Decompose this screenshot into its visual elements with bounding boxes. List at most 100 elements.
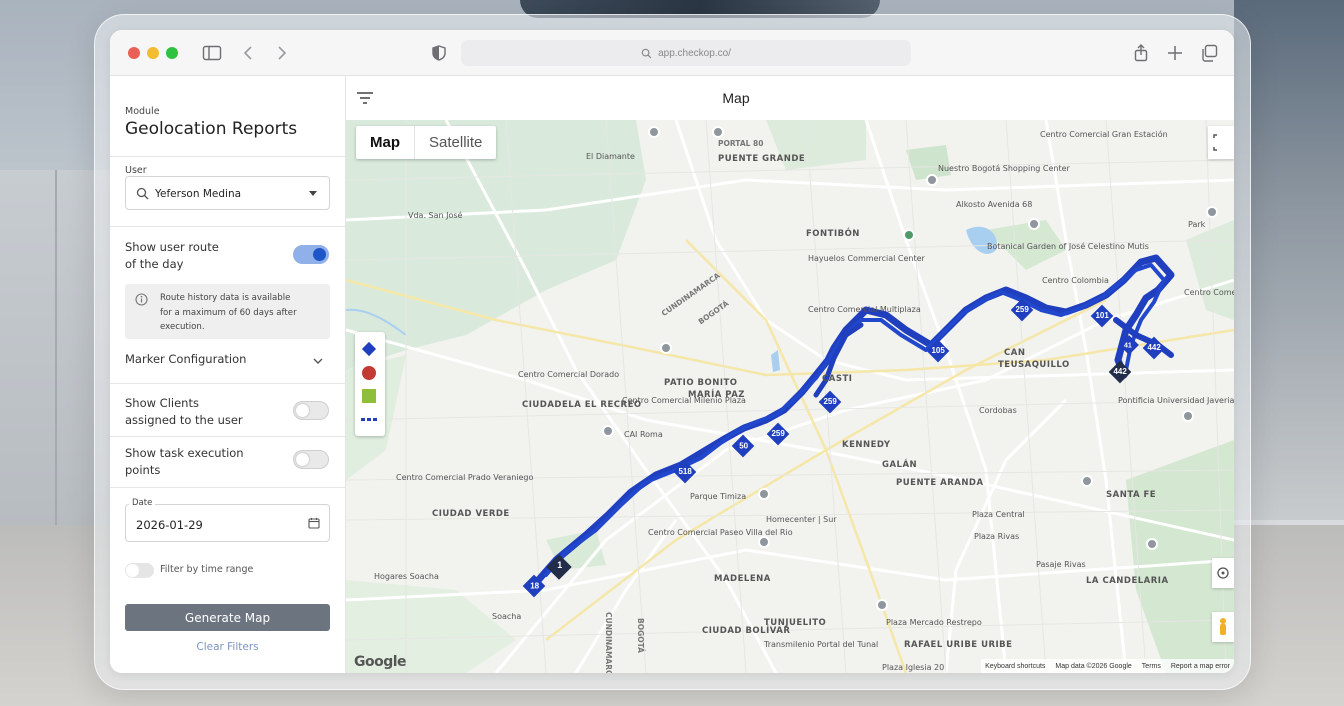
map-neighborhood-label: KENNEDY [842,440,891,450]
rotate-map-button[interactable] [1212,558,1234,588]
back-arrow-icon[interactable] [238,42,260,64]
address-bar[interactable]: app.checkop.co/ [461,40,911,66]
show-route-toggle[interactable] [293,245,329,264]
map-place-label: Plaza Iglesia 20 [882,663,945,672]
show-route-label: Show user route of the day [125,240,219,271]
map-place-label: Transmilenio Portal del Tunal [764,640,879,649]
poi-marker[interactable] [1206,206,1218,218]
poi-marker[interactable] [1182,410,1194,422]
map-neighborhood-label: PATIO BONITO [664,378,738,388]
map-place-label: El Diamante [586,152,635,161]
map-neighborhood-label: CIUDAD VERDE [432,509,510,519]
info-icon [135,293,148,306]
user-route [530,254,1175,589]
map-place-label: Park [1188,220,1206,229]
minimize-window-button[interactable] [147,47,159,59]
street-view-button[interactable] [1212,612,1234,642]
close-window-button[interactable] [128,47,140,59]
show-clients-toggle[interactable] [293,401,329,420]
map-type-map-tab[interactable]: Map [356,126,414,159]
square-marker-icon [362,389,376,403]
map-neighborhood-label: PUENTE GRANDE [718,154,806,164]
map-place-label: Plaza Central [972,510,1025,519]
map-neighborhood-label: PUENTE ARANDA [896,478,984,488]
map-place-label: Centro Comercial Milenio Plaza [622,396,746,405]
map-place-label: Cordobas [979,406,1017,415]
browser-window: app.checkop.co/ Module Geolocation Repor… [110,30,1234,673]
show-task-points-label: Show task execution points [125,446,244,477]
map-neighborhood-label: FONTIBÓN [806,229,860,239]
show-clients-label: Show Clients assigned to the user [125,396,243,427]
divider [110,436,346,437]
map-place-label: Centro Colombia [1042,276,1109,285]
map-place-label: Homecenter | Sur [766,515,837,524]
user-select[interactable]: Yeferson Medina [125,176,330,210]
poi-marker[interactable] [602,425,614,437]
divider [110,383,346,384]
map-place-label: Pontificia Universidad Javeriana [1118,396,1234,405]
diamond-marker-icon [361,341,377,357]
divider [110,156,346,157]
poi-marker[interactable] [758,488,770,500]
tab-overview-icon[interactable] [1198,42,1220,64]
forward-arrow-icon[interactable] [270,42,292,64]
poi-marker[interactable] [660,342,672,354]
map-place-label: Centro Comercial Paseo Villa del Rio [648,528,793,537]
share-icon[interactable] [1130,42,1152,64]
map-attribution: Keyboard shortcuts Map data ©2026 Google… [981,659,1234,673]
park-marker[interactable] [903,229,915,241]
module-label: Module [125,106,160,117]
map-place-label: Centro Comercial [1184,288,1234,297]
time-range-toggle[interactable] [125,563,154,578]
time-range-label: Filter by time range [160,564,254,575]
marker-configuration-toggle[interactable]: Marker Configuration [125,352,246,366]
map-place-label: Hayuelos Commercial Center [808,254,925,263]
page-title: Geolocation Reports [125,119,298,139]
report-error-link[interactable]: Report a map error [1171,663,1230,670]
chevron-down-icon[interactable] [312,355,324,367]
map-neighborhood-label: CAN [1004,348,1026,358]
map-neighborhood-label: GALÁN [882,460,918,470]
new-tab-icon[interactable] [1164,42,1186,64]
poi-marker[interactable] [876,599,888,611]
map-road-label: BOGOTÁ [636,618,645,653]
route-dots-icon [361,418,377,421]
calendar-icon[interactable] [308,517,320,529]
google-logo: Google [354,654,407,670]
map-place-label: Botanical Garden of José Celestino Mutis [987,242,1149,251]
clear-filters-button[interactable]: Clear Filters [125,641,330,653]
show-task-points-toggle[interactable] [293,450,329,469]
terms-link[interactable]: Terms [1142,663,1161,670]
poi-marker[interactable] [648,126,660,138]
zoom-window-button[interactable] [166,47,178,59]
fullscreen-icon [1213,134,1217,151]
map-place-label: Soacha [492,612,522,621]
info-text-line: Route history data is available [160,293,291,303]
poi-marker[interactable] [1028,218,1040,230]
poi-marker[interactable] [712,126,724,138]
map-place-label: Vda. San José [408,211,463,220]
date-field[interactable]: 2026-01-29 [125,504,330,542]
shield-icon[interactable] [428,42,450,64]
generate-map-button[interactable]: Generate Map [125,604,330,631]
poi-marker[interactable] [926,174,938,186]
date-field-label: Date [129,498,156,508]
sidebar-toggle-icon[interactable] [201,42,223,64]
map-place-label: Centro Comercial Multiplaza [808,305,921,314]
search-icon [136,187,149,200]
map-place-label: Centro Comercial Dorado [518,370,620,379]
pegman-icon [1220,618,1226,635]
poi-marker[interactable] [1081,475,1093,487]
poi-marker[interactable] [758,536,770,548]
user-field-label: User [125,165,147,176]
map-neighborhood-label: RAFAEL URIBE URIBE [904,640,1013,650]
map-neighborhood-label: LA CANDELARIA [1086,576,1169,586]
map-type-satellite-tab[interactable]: Satellite [414,126,496,159]
fullscreen-button[interactable] [1208,126,1234,159]
keyboard-shortcuts-link[interactable]: Keyboard shortcuts [985,663,1045,670]
map-neighborhood-label: SANTA FE [1106,490,1157,500]
search-icon [641,48,652,58]
map-place-label: Hogares Soacha [374,572,439,581]
route-map[interactable]: Map Satellite El Diamante PORTAL 80 PUEN… [346,120,1234,673]
poi-marker[interactable] [1146,538,1158,550]
